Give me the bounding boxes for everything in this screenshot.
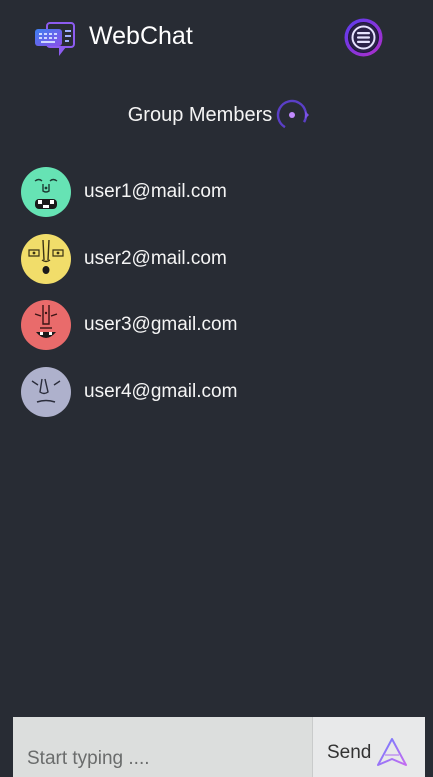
member-list-item[interactable]: user3@gmail.com — [21, 300, 421, 351]
paper-plane-icon — [377, 738, 408, 766]
loading-spinner-icon — [277, 99, 310, 131]
message-composer: Send — [13, 717, 425, 777]
group-members-title: Group Members — [127, 103, 273, 126]
send-button[interactable]: Send — [312, 717, 425, 777]
member-list-item[interactable]: user4@gmail.com — [21, 366, 421, 417]
member-list-item[interactable]: user2@mail.com — [21, 233, 421, 284]
app-title: WebChat — [89, 22, 193, 50]
avatar — [21, 300, 71, 351]
member-email: user4@gmail.com — [84, 380, 238, 402]
message-input[interactable] — [13, 717, 312, 777]
avatar — [21, 366, 71, 417]
hamburger-menu-icon[interactable] — [343, 17, 384, 58]
chat-keyboard-icon — [35, 22, 75, 56]
member-list-item[interactable]: user1@mail.com — [21, 167, 421, 217]
member-email: user3@gmail.com — [84, 314, 238, 336]
avatar — [21, 167, 71, 217]
group-member-list: user1@mail.com user2@mail.com user3@gmai… — [21, 167, 421, 433]
avatar — [21, 233, 71, 284]
app-header: WebChat — [0, 0, 433, 76]
member-email: user2@mail.com — [84, 247, 227, 269]
member-email: user1@mail.com — [84, 181, 227, 202]
group-members-heading: Group Members — [0, 98, 433, 132]
